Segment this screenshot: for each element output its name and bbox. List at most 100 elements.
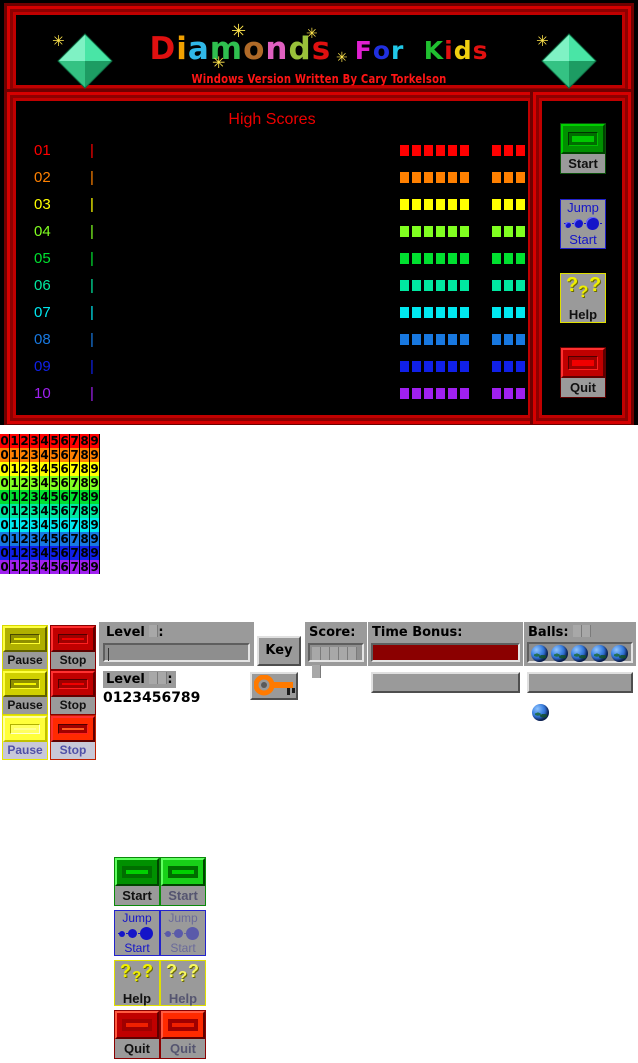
- sprite-start-button-normal[interactable]: Start: [114, 857, 160, 906]
- high-scores-panel: High Scores 01 | 02 | 03 | 04 | 05 | 06 | 07 | 08 | 09 | 1…: [10, 95, 534, 421]
- level-field-group: Level :: [99, 622, 254, 666]
- pause-button-label: Pause: [7, 653, 43, 667]
- score-digit-block: [348, 647, 357, 660]
- digit-sprite: 4: [40, 560, 50, 574]
- sprite-label: Jump: [168, 911, 198, 925]
- question-marks-icon: ???: [120, 961, 153, 985]
- placeholder-block: [460, 361, 469, 372]
- placeholder-block: [492, 280, 501, 291]
- time-bonus-fill: [373, 645, 518, 660]
- placeholder-block: [424, 199, 433, 210]
- placeholder-block: [492, 253, 501, 264]
- score-group: Score:: [305, 622, 367, 678]
- sprite-label: Start: [170, 941, 196, 955]
- placeholder-block: [492, 172, 501, 183]
- sprite-label: Start: [124, 941, 150, 955]
- placeholder-block: [400, 226, 409, 237]
- high-score-rank: 03: [34, 196, 51, 213]
- high-score-row: 08 |: [30, 326, 525, 353]
- high-score-separator: |: [90, 358, 94, 375]
- placeholder-block: [436, 226, 445, 237]
- placeholder-block: [492, 334, 501, 345]
- placeholder-block: [460, 226, 469, 237]
- digit-sprite-row: 0123456789: [0, 432, 100, 448]
- placeholder-block: [436, 280, 445, 291]
- help-button[interactable]: ??? Help: [560, 273, 606, 323]
- placeholder-block: [492, 226, 501, 237]
- level-input[interactable]: [103, 643, 250, 662]
- placeholder-block: [516, 334, 525, 345]
- placeholder-block: [424, 172, 433, 183]
- high-score-separator: |: [90, 331, 94, 348]
- pause-button[interactable]: Pause: [2, 625, 48, 670]
- sprite-quit-button-normal[interactable]: Quit: [114, 1010, 160, 1059]
- placeholder-block: [516, 361, 525, 372]
- placeholder-block: [504, 226, 513, 237]
- sprite-label: Start: [122, 888, 152, 903]
- sprite-jump-start-button-highlight[interactable]: Jump Start: [160, 910, 206, 956]
- high-score-rank: 04: [34, 223, 51, 240]
- balls-display-empty: [527, 672, 633, 693]
- score-digit-block: [330, 647, 339, 660]
- sprite-help-button-highlight[interactable]: ??? Help: [160, 960, 206, 1006]
- stop-button-variant[interactable]: Stop: [50, 670, 96, 715]
- high-score-row: 10 |: [30, 380, 525, 407]
- green-bar-icon: [115, 858, 159, 886]
- pause-button-variant[interactable]: Pause: [2, 670, 48, 715]
- pause-button-disabled[interactable]: Pause: [2, 715, 48, 760]
- placeholder-block: [460, 388, 469, 399]
- start-button[interactable]: Start: [560, 123, 606, 174]
- placeholder-block: [412, 226, 421, 237]
- high-score-row: 06 |: [30, 272, 525, 299]
- placeholder-block: [412, 145, 421, 156]
- level-digit-sprites: 0123456789: [103, 690, 201, 706]
- placeholder-block: [424, 361, 433, 372]
- digit-sprite: 9: [90, 560, 100, 574]
- blue-ball-icon: [531, 645, 548, 662]
- placeholder-block: [448, 226, 457, 237]
- high-score-separator: |: [90, 196, 94, 213]
- stop-button[interactable]: Stop: [50, 625, 96, 670]
- placeholder-block: [412, 334, 421, 345]
- sprite-start-button-highlight[interactable]: Start: [160, 857, 206, 906]
- placeholder-block: [424, 145, 433, 156]
- digit-sprite-row: 0123456789: [0, 530, 100, 546]
- placeholder-block: [516, 145, 525, 156]
- placeholder-block: [424, 226, 433, 237]
- jump-start-button[interactable]: Jump Start: [560, 199, 606, 249]
- key-button[interactable]: Key: [257, 636, 301, 666]
- question-marks-icon: ???: [166, 961, 199, 985]
- time-bonus-group: Time Bonus:: [368, 622, 523, 666]
- sprite-label: Jump: [122, 911, 152, 925]
- sprite-quit-button-highlight[interactable]: Quit: [160, 1010, 206, 1059]
- stop-button-label: Stop: [59, 743, 87, 757]
- high-score-separator: |: [90, 223, 94, 240]
- placeholder-block: [436, 388, 445, 399]
- high-score-rank: 02: [34, 169, 51, 186]
- placeholder-block: [460, 280, 469, 291]
- placeholder-block: [412, 307, 421, 318]
- button-sprites-highlight: Start Jump Start ??? Help Quit: [160, 857, 206, 1063]
- placeholder-block: [504, 172, 513, 183]
- red-bar-icon: [161, 1011, 205, 1039]
- digit-sprite: 1: [10, 560, 20, 574]
- balls-value-block: [573, 625, 583, 637]
- placeholder-block: [516, 199, 525, 210]
- blue-ball-icon: [571, 645, 588, 662]
- sprite-help-button-normal[interactable]: ??? Help: [114, 960, 160, 1006]
- stop-bar-icon: [51, 671, 95, 697]
- sprite-jump-start-button-normal[interactable]: Jump Start: [114, 910, 160, 956]
- digit-sprite-row: 0123456789: [0, 516, 100, 532]
- stop-button-disabled[interactable]: Stop: [50, 715, 96, 760]
- digit-sprite-row: 0123456789: [0, 502, 100, 518]
- blue-balls-icon: [561, 216, 605, 232]
- blue-balls-icon: [115, 926, 159, 941]
- quit-button[interactable]: Quit: [560, 347, 606, 398]
- title-letter: n: [265, 31, 289, 67]
- placeholder-block: [504, 199, 513, 210]
- placeholder-block: [424, 253, 433, 264]
- high-score-rank: 09: [34, 358, 51, 375]
- question-marks-icon: ???: [566, 274, 602, 301]
- placeholder-block: [400, 388, 409, 399]
- key-icon-button[interactable]: [250, 672, 298, 700]
